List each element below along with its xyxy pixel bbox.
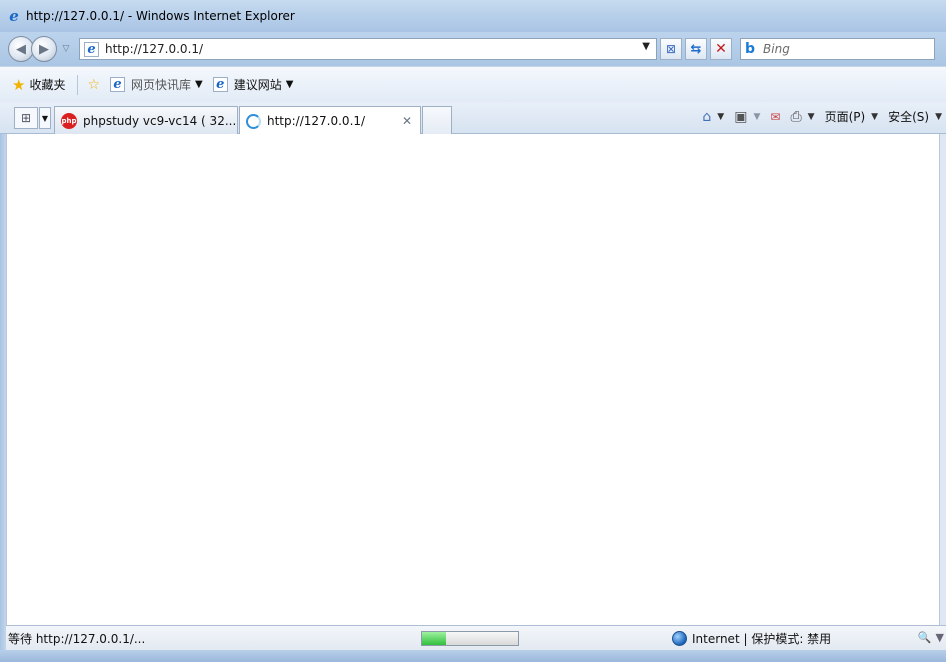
home-icon: ⌂ [702, 108, 712, 125]
window-frame-bottom [0, 650, 946, 662]
mail-icon: ✉ [770, 109, 781, 124]
suggested-sites-item[interactable]: e 建议网站 ▼ [212, 76, 294, 93]
title-bar: e http://127.0.0.1/ - Windows Internet E… [0, 0, 946, 32]
quick-tabs-icon: ⊞ [20, 111, 32, 125]
recent-pages-dropdown[interactable]: ▽ [59, 44, 73, 54]
favorites-button[interactable]: 收藏夹 [29, 76, 65, 93]
print-button[interactable]: ⎙ ▼ [790, 109, 814, 125]
search-input[interactable]: Bing [763, 42, 790, 56]
window-title: http://127.0.0.1/ - Windows Internet Exp… [26, 9, 295, 23]
close-tab-icon[interactable]: ✕ [402, 114, 412, 128]
tab-localhost[interactable]: http://127.0.0.1/ ✕ [239, 106, 421, 135]
tab-phpstudy[interactable]: php phpstudy vc9-vc14 ( 32... [54, 106, 238, 134]
safety-menu-label: 安全(S) [888, 110, 930, 124]
favorites-separator [77, 74, 79, 95]
page-menu-label: 页面(P) [824, 110, 866, 124]
chevron-down-icon: ▼ [41, 113, 49, 123]
chevron-down-icon: ▼ [871, 111, 879, 122]
chevron-down-icon[interactable]: ▼ [717, 112, 724, 122]
search-box[interactable]: b Bing [740, 38, 935, 60]
compatibility-view-button[interactable]: ⊠ [660, 38, 682, 60]
new-tab-button[interactable] [422, 106, 452, 134]
printer-icon: ⎙ [790, 108, 802, 125]
page-menu-button[interactable]: 页面(P) ▼ [825, 108, 879, 125]
zoom-control[interactable]: 🔍 ▼ [918, 631, 944, 644]
security-zone[interactable]: Internet | 保护模式: 禁用 [672, 630, 831, 647]
stop-button[interactable]: ✕ [710, 38, 732, 60]
quick-tabs-button[interactable]: ⊞ [14, 107, 38, 129]
phpstudy-icon: php [61, 112, 77, 129]
safety-menu-button[interactable]: 安全(S) ▼ [888, 108, 942, 125]
ie-logo-icon: e [9, 7, 19, 25]
chevron-down-icon: ▼ [285, 79, 294, 90]
favorites-star-icon[interactable]: ★ [12, 76, 25, 94]
address-dropdown-icon[interactable]: ▼ [642, 41, 650, 52]
web-slice-icon: e [110, 77, 126, 92]
tab-label: http://127.0.0.1/ [267, 114, 366, 128]
stop-icon: ✕ [715, 41, 727, 57]
home-button[interactable]: ⌂ ▼ [702, 109, 724, 125]
status-bar: 等待 http://127.0.0.1/... Internet | 保护模式:… [6, 625, 946, 650]
read-mail-button[interactable]: ✉ [770, 110, 780, 124]
command-bar: ⌂ ▼ ▣ ▼ ✉ ⎙ ▼ 页面(P) ▼ 安全(S) ▼ [692, 108, 942, 125]
zone-text: Internet | 保护模式: 禁用 [692, 632, 832, 646]
tab-label: phpstudy vc9-vc14 ( 32... [83, 113, 237, 128]
chevron-down-icon: ▼ [195, 79, 203, 90]
feed-icon: ▣ [734, 108, 748, 125]
web-slice-gallery-label: 网页快讯库 [131, 78, 192, 92]
status-text: 等待 http://127.0.0.1/... [8, 631, 146, 646]
loading-icon [246, 113, 261, 129]
forward-button[interactable]: ▶ [31, 36, 57, 62]
progress-fill [422, 632, 446, 645]
address-bar[interactable]: e http://127.0.0.1/ ▼ [79, 38, 657, 60]
favorites-bar: ★ 收藏夹 ☆ e 网页快讯库 ▼ e 建议网站 ▼ [0, 66, 946, 102]
refresh-icon: ⇆ [690, 41, 702, 57]
globe-icon [672, 631, 687, 646]
bing-icon: b [745, 41, 756, 57]
chevron-down-icon[interactable]: ▼ [808, 112, 815, 122]
suggested-sites-label: 建议网站 [233, 78, 282, 92]
page-content[interactable] [6, 134, 940, 625]
zoom-icon: 🔍 [917, 631, 932, 644]
navigation-bar: ◀ ▶ ▽ e http://127.0.0.1/ ▼ ⊠ ⇆ ✕ b Bing [0, 32, 946, 66]
compatibility-icon: ⊠ [665, 42, 677, 56]
chevron-down-icon[interactable]: ▼ [753, 112, 760, 122]
address-input[interactable]: http://127.0.0.1/ [105, 42, 203, 56]
back-arrow-icon: ◀ [16, 41, 26, 57]
add-to-favorites-icon[interactable]: ☆ [87, 77, 100, 93]
web-slice-gallery-item[interactable]: e 网页快讯库 ▼ [110, 76, 203, 93]
loading-progress-bar [421, 631, 519, 646]
tab-bar: ⊞ ▼ php phpstudy vc9-vc14 ( 32... http:/… [0, 102, 946, 135]
chevron-down-icon: ▼ [935, 631, 944, 644]
page-icon: e [84, 41, 99, 57]
tab-list-button[interactable]: ▼ [39, 107, 51, 129]
feeds-button[interactable]: ▣ ▼ [734, 109, 760, 125]
chevron-down-icon: ▼ [935, 111, 942, 122]
suggested-sites-icon: e [212, 77, 228, 92]
forward-arrow-icon: ▶ [39, 41, 49, 57]
refresh-button[interactable]: ⇆ [685, 38, 707, 60]
